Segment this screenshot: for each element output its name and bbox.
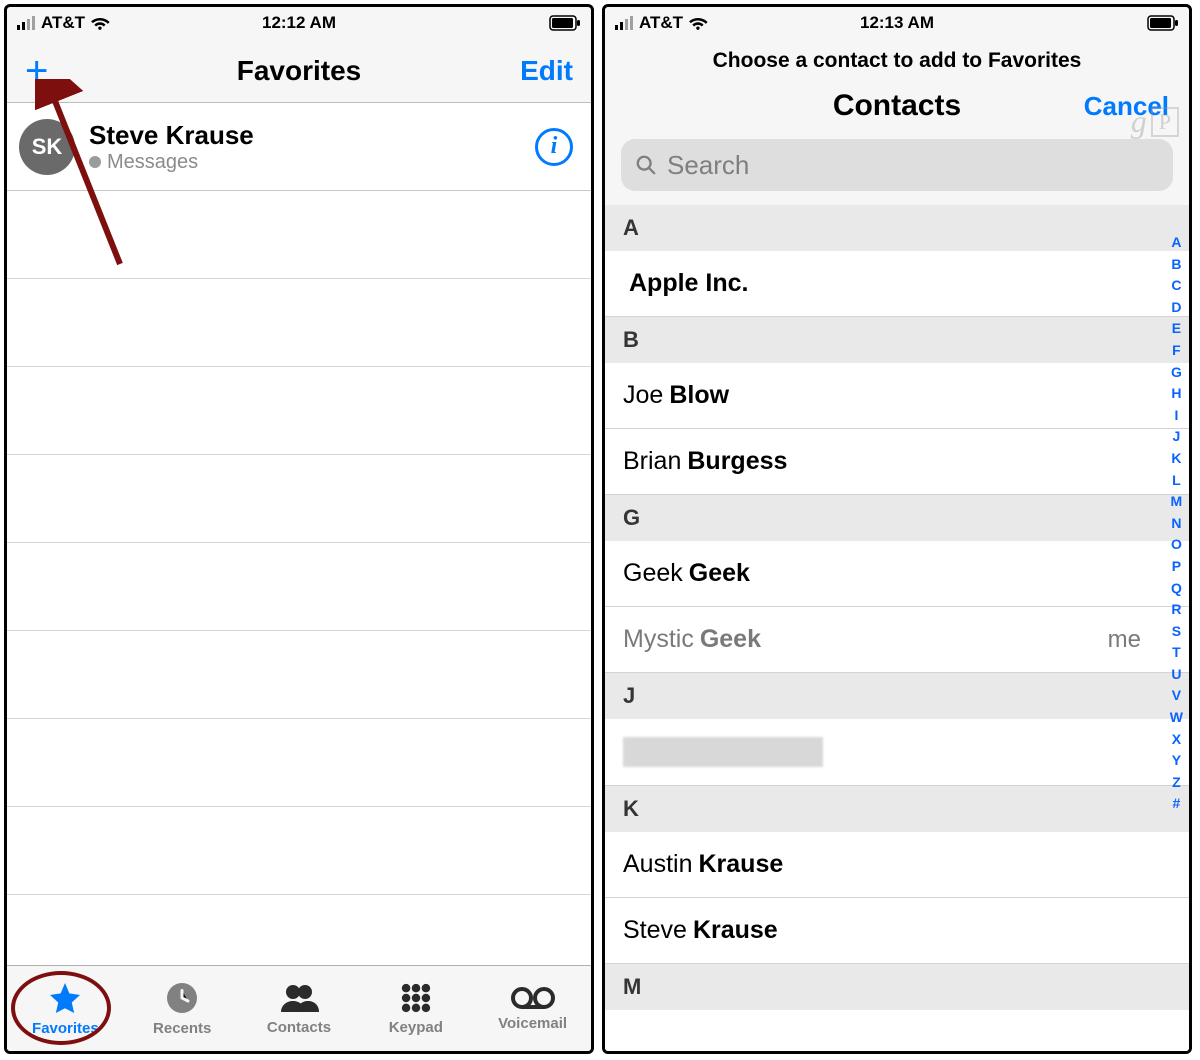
index-letter[interactable]: T [1170,643,1183,663]
clock-icon [164,980,200,1016]
index-letter[interactable]: E [1170,319,1183,339]
tab-contacts[interactable]: Contacts [241,966,358,1051]
info-button[interactable]: i [535,128,573,166]
index-letter[interactable]: D [1170,298,1183,318]
contact-row[interactable]: Geek Geek [605,541,1189,607]
index-letter[interactable]: I [1170,406,1183,426]
index-letter[interactable]: O [1170,535,1183,555]
section-header-j: J [605,673,1189,719]
status-bar: AT&T 12:13 AM [605,7,1189,39]
search-placeholder: Search [667,150,749,181]
index-letter[interactable]: H [1170,384,1183,404]
contacts-navbar: Contacts Cancel [605,85,1189,139]
page-title: Favorites [7,55,591,87]
voicemail-icon [510,985,556,1011]
me-badge: me [1108,626,1141,654]
section-header-g: G [605,495,1189,541]
search-icon [635,154,657,176]
list-item [7,455,591,543]
tab-recents[interactable]: Recents [124,966,241,1051]
contact-list: A Apple Inc. B Joe Blow Brian Burgess G … [605,205,1189,1051]
contact-row[interactable]: Brian Burgess [605,429,1189,495]
favorite-row[interactable]: SK Steve Krause Messages i [7,103,591,191]
section-header-b: B [605,317,1189,363]
phone-contact-picker: AT&T 12:13 AM Choose a contact to add to… [602,4,1192,1054]
contact-row[interactable]: Mystic Geek me [605,607,1189,673]
index-letter[interactable]: N [1170,514,1183,534]
index-letter[interactable]: V [1170,686,1183,706]
index-letter[interactable]: Q [1170,579,1183,599]
index-letter[interactable]: A [1170,233,1183,253]
section-header-a: A [605,205,1189,251]
cancel-button[interactable]: Cancel [1084,91,1169,122]
index-letter[interactable]: L [1170,471,1183,491]
index-letter[interactable]: F [1170,341,1183,361]
page-title: Contacts [833,89,961,123]
favorite-name: Steve Krause [89,120,535,151]
index-letter[interactable]: U [1170,665,1183,685]
list-item [7,279,591,367]
list-item [7,631,591,719]
favorites-navbar: + Favorites Edit [7,39,591,103]
tab-keypad[interactable]: Keypad [357,966,474,1051]
search-input[interactable]: Search [621,139,1173,191]
index-letter[interactable]: R [1170,600,1183,620]
index-letter[interactable]: J [1170,427,1183,447]
message-bubble-icon [89,156,101,168]
index-letter[interactable]: W [1170,708,1183,728]
contact-row[interactable]: Joe Blow [605,363,1189,429]
redacted-name [623,737,823,767]
contact-row[interactable]: Austin Krause [605,832,1189,898]
star-icon [46,980,84,1016]
index-letter[interactable]: S [1170,622,1183,642]
people-icon [279,981,319,1015]
section-header-k: K [605,786,1189,832]
index-letter[interactable]: K [1170,449,1183,469]
section-header-m: M [605,964,1189,1010]
contact-row[interactable]: Steve Krause [605,898,1189,964]
list-item [7,807,591,895]
keypad-icon [399,981,433,1015]
index-letter[interactable]: X [1170,730,1183,750]
index-letter[interactable]: Z [1170,773,1183,793]
list-item [7,719,591,807]
tab-voicemail[interactable]: Voicemail [474,966,591,1051]
index-letter[interactable]: C [1170,276,1183,296]
index-letter[interactable]: P [1170,557,1183,577]
index-letter[interactable]: G [1170,363,1183,383]
status-time: 12:12 AM [7,13,591,33]
favorites-list: SK Steve Krause Messages i [7,103,591,965]
index-letter[interactable]: Y [1170,751,1183,771]
index-letter[interactable]: B [1170,255,1183,275]
list-item [7,191,591,279]
list-item [7,543,591,631]
status-bar: AT&T 12:12 AM [7,7,591,39]
edit-button[interactable]: Edit [520,55,573,87]
phone-favorites: AT&T 12:12 AM + Favorites Edit SK Steve … [4,4,594,1054]
avatar: SK [19,119,75,175]
tab-bar: Favorites Recents Contacts Keypad Voicem… [7,965,591,1051]
list-item [7,367,591,455]
index-letter[interactable]: # [1170,794,1183,814]
status-time: 12:13 AM [605,13,1189,33]
contact-row[interactable] [605,719,1189,786]
alpha-index[interactable]: ABCDEFGHIJKLMNOPQRSTUVWXYZ# [1168,227,1185,1051]
favorite-subtitle: Messages [89,151,535,174]
add-favorite-button[interactable]: + [25,51,48,91]
index-letter[interactable]: M [1170,492,1183,512]
tab-favorites[interactable]: Favorites [7,966,124,1051]
instruction-label: Choose a contact to add to Favorites [605,39,1189,85]
contact-row[interactable]: Apple Inc. [605,251,1189,317]
